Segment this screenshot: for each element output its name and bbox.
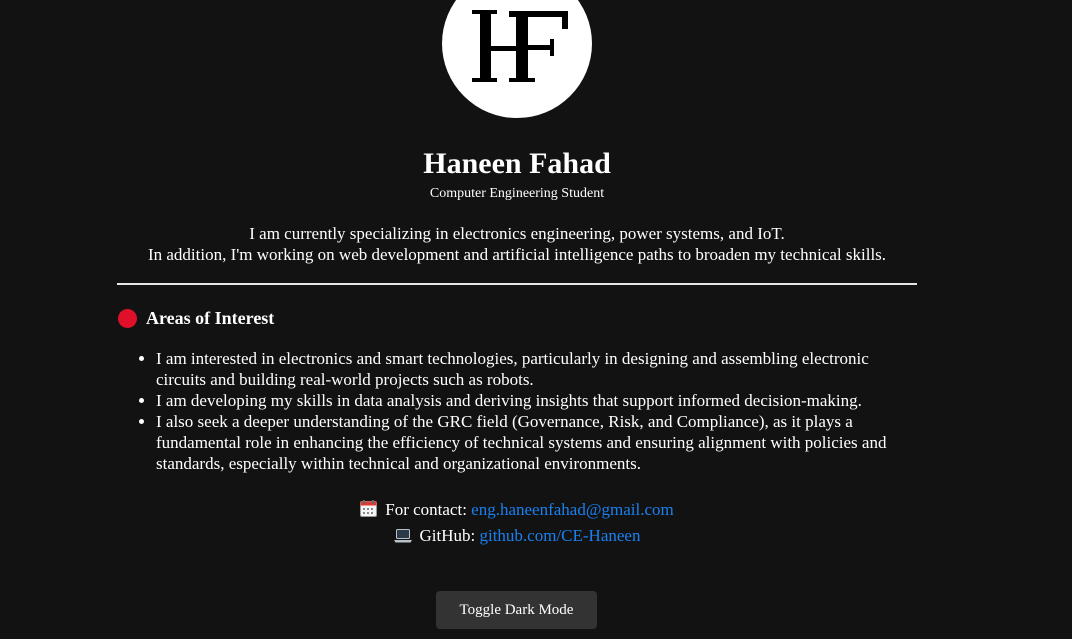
profile-name: Haneen Fahad <box>423 147 611 180</box>
page: Haneen Fahad Computer Engineering Studen… <box>0 0 1072 639</box>
hf-logo-icon <box>472 10 568 82</box>
laptop-icon <box>393 526 412 550</box>
hf-monogram-logo <box>442 0 592 118</box>
contact-github-row: GitHub: github.com/CE-Haneen <box>0 524 1034 550</box>
red-circle-icon <box>118 308 137 328</box>
list-item: I am interested in electronics and smart… <box>156 348 917 390</box>
interests-list: I am interested in electronics and smart… <box>117 348 917 474</box>
section-title-label: Areas of Interest <box>146 308 275 328</box>
github-link[interactable]: github.com/CE-Haneen <box>479 526 640 545</box>
profile-subtitle: Computer Engineering Student <box>429 186 605 201</box>
contact-email-row: For contact: eng.haneenfahad@gmail.com <box>0 498 1034 524</box>
intro-line: In addition, I'm working on web developm… <box>147 245 887 264</box>
email-label: For contact: <box>385 500 467 519</box>
divider <box>117 283 917 285</box>
section-title-interests: Areas of Interest <box>118 307 274 329</box>
toggle-dark-mode-button[interactable]: Toggle Dark Mode <box>436 591 597 629</box>
intro-line: I am currently specializing in electroni… <box>249 224 785 243</box>
contact-section: For contact: eng.haneenfahad@gmail.com G… <box>0 498 1034 550</box>
intro-text: I am currently specializing in electroni… <box>0 223 1034 265</box>
list-item: I am developing my skills in data analys… <box>156 390 917 411</box>
email-link[interactable]: eng.haneenfahad@gmail.com <box>471 500 674 519</box>
list-item: I also seek a deeper understanding of th… <box>156 411 917 474</box>
github-label: GitHub: <box>419 526 476 545</box>
calendar-icon <box>360 500 378 524</box>
